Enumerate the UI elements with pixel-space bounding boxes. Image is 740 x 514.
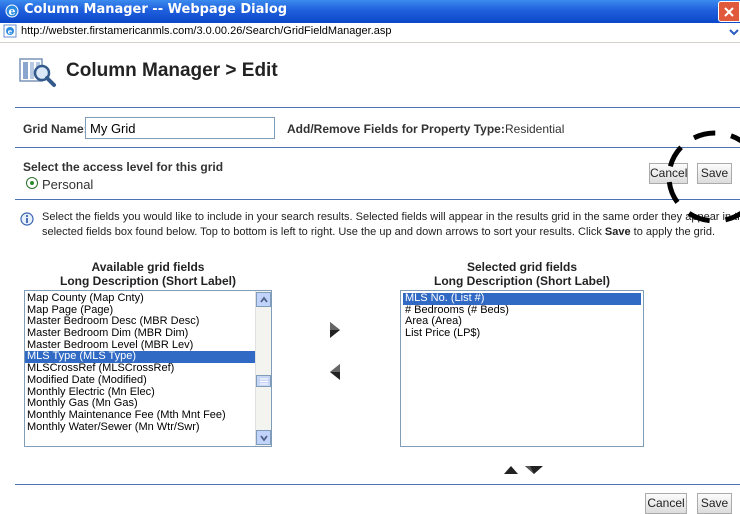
list-item[interactable]: Modified Date (Modified) — [25, 374, 255, 387]
info-icon — [20, 212, 34, 226]
available-fields-listbox[interactable]: Map County (Map Cnty) Map Page (Page) Mast… — [24, 290, 272, 447]
ie-icon: e — [5, 4, 19, 18]
scroll-thumb[interactable] — [256, 375, 271, 387]
chevron-up-icon — [260, 296, 268, 303]
address-bar: e http://webster.firstamericanmls.com/3.… — [0, 23, 740, 43]
move-up-button[interactable] — [503, 465, 519, 475]
selected-heading-subtitle: Long Description (Short Label) — [434, 274, 610, 288]
available-items: Map County (Map Cnty) Map Page (Page) Mast… — [25, 291, 255, 433]
move-left-button[interactable] — [328, 362, 342, 382]
personal-label[interactable]: Personal — [42, 177, 93, 192]
close-icon — [724, 7, 734, 17]
info-text-line2: selected fields box found below. Top to … — [42, 226, 715, 238]
chevron-down-icon — [260, 435, 268, 442]
move-right-button[interactable] — [328, 320, 342, 340]
grip-icon — [260, 378, 268, 385]
available-heading-title: Available grid fields — [91, 260, 205, 274]
divider — [15, 107, 740, 108]
list-item[interactable]: MLS No. (List #) — [403, 292, 641, 305]
list-item[interactable]: Map County (Map Cnty) — [25, 292, 255, 305]
url-text[interactable]: http://webster.firstamericanmls.com/3.0.… — [21, 25, 392, 37]
personal-radio[interactable] — [26, 177, 38, 189]
radio-dot — [30, 181, 34, 185]
title-bar: e Column Manager -- Webpage Dialog — [0, 0, 740, 23]
window-title: Column Manager -- Webpage Dialog — [24, 2, 288, 17]
cancel-button-bottom[interactable]: Cancel — [645, 493, 687, 514]
info-text-line1: Select the fields you would like to incl… — [42, 211, 740, 223]
move-down-button[interactable] — [524, 465, 544, 475]
divider — [15, 199, 740, 200]
grid-name-input[interactable] — [85, 117, 275, 139]
divider — [15, 484, 740, 485]
svg-text:e: e — [8, 27, 13, 36]
list-item[interactable]: Master Bedroom Dim (MBR Dim) — [25, 327, 255, 340]
svg-text:e: e — [9, 5, 16, 18]
list-item[interactable]: Monthly Water/Sewer (Mn Wtr/Swr) — [25, 421, 255, 434]
close-button[interactable] — [718, 1, 740, 22]
access-level-label: Select the access level for this grid — [23, 160, 224, 174]
divider — [15, 147, 740, 148]
dashed-circle-annotation — [666, 130, 740, 224]
list-item[interactable]: Monthly Maintenance Fee (Mth Mnt Fee) — [25, 409, 255, 422]
info-save-word: Save — [604, 226, 631, 238]
available-fields-heading: Available grid fields Long Description (… — [24, 260, 272, 288]
grid-name-label: Grid Name: — [23, 122, 88, 136]
chevron-down-icon[interactable] — [728, 24, 740, 40]
selected-fields-listbox[interactable]: MLS No. (List #) # Bedrooms (# Beds) Area … — [400, 290, 644, 447]
save-button-bottom[interactable]: Save — [697, 493, 732, 514]
scrollbar[interactable] — [255, 291, 271, 446]
available-heading-subtitle: Long Description (Short Label) — [60, 274, 236, 288]
selected-items: MLS No. (List #) # Bedrooms (# Beds) Area … — [401, 291, 643, 340]
scroll-up-button[interactable] — [256, 292, 271, 307]
page-icon: e — [3, 24, 17, 38]
property-type-label: Add/Remove Fields for Property Type: — [287, 122, 505, 136]
selected-fields-heading: Selected grid fields Long Description (S… — [400, 260, 644, 288]
list-item[interactable]: List Price (LP$) — [403, 327, 641, 340]
scroll-down-button[interactable] — [256, 430, 271, 445]
info-text-line2-pre: selected fields box found below. Top to … — [42, 226, 605, 238]
column-manager-icon — [19, 58, 56, 87]
selected-heading-title: Selected grid fields — [466, 260, 578, 274]
page-title: Column Manager > Edit — [66, 60, 278, 81]
property-type-value: Residential — [505, 122, 565, 136]
